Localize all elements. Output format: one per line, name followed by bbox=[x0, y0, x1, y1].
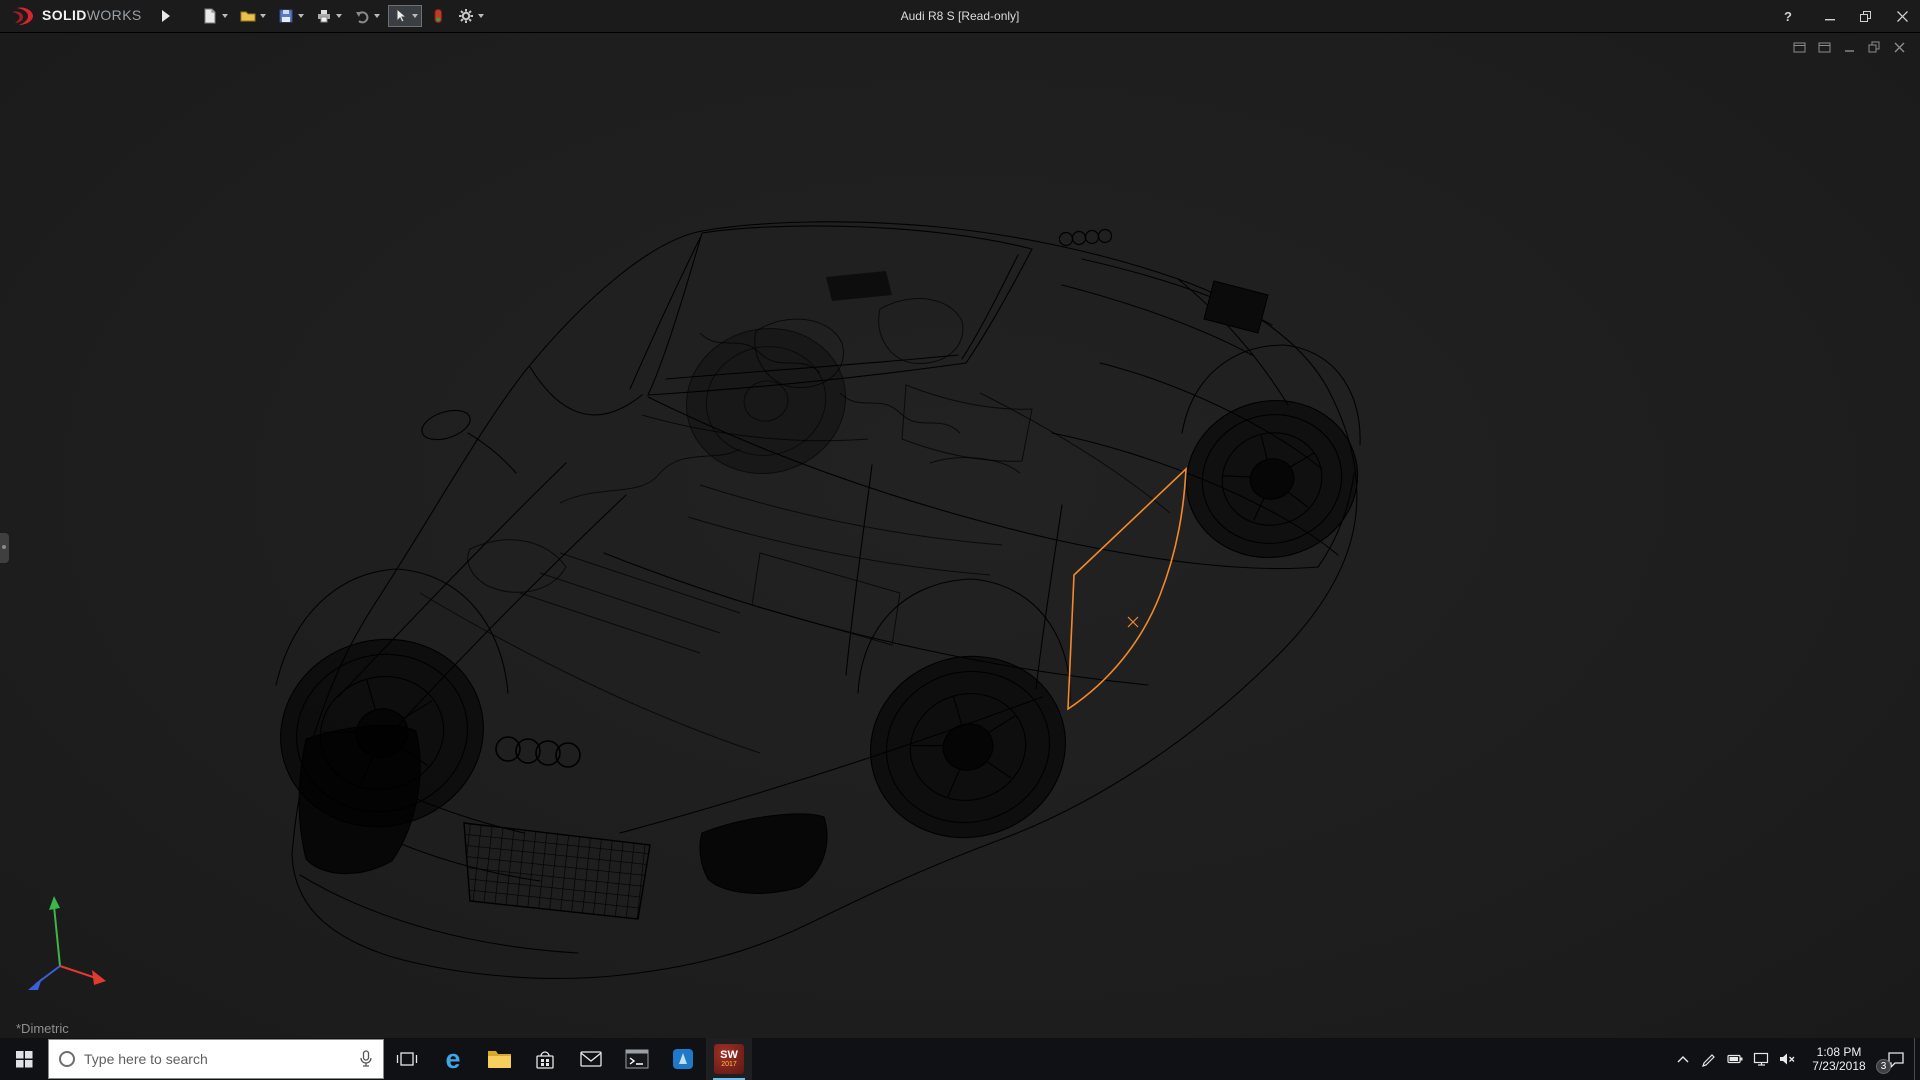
dropdown-caret-icon[interactable] bbox=[259, 14, 266, 18]
notification-badge: 3 bbox=[1876, 1059, 1891, 1074]
file-explorer-button[interactable] bbox=[476, 1038, 522, 1080]
wheel-rear-left bbox=[870, 655, 1066, 839]
viewer-app-button[interactable] bbox=[660, 1038, 706, 1080]
car-grille bbox=[463, 822, 651, 920]
orientation-triad-icon bbox=[28, 896, 106, 990]
help-button[interactable]: ? bbox=[1770, 0, 1806, 33]
viewer-app-icon bbox=[673, 1049, 693, 1069]
minimize-button[interactable] bbox=[1812, 0, 1848, 33]
clock-time: 1:08 PM bbox=[1816, 1045, 1862, 1059]
microphone-icon[interactable] bbox=[359, 1050, 373, 1068]
solidworks-logo-icon bbox=[12, 7, 33, 25]
command-prompt-icon bbox=[625, 1049, 649, 1069]
pen-tray-button[interactable] bbox=[1696, 1038, 1722, 1080]
volume-tray-button[interactable] bbox=[1774, 1038, 1800, 1080]
restore-icon bbox=[1860, 10, 1871, 22]
dropdown-caret-icon[interactable] bbox=[477, 14, 484, 18]
doc-minimize-icon[interactable] bbox=[1843, 41, 1856, 54]
taskbar-clock[interactable]: 1:08 PM 7/23/2018 bbox=[1800, 1045, 1878, 1073]
document-window-controls bbox=[1793, 41, 1906, 54]
audi-rings-front bbox=[495, 736, 581, 768]
open-folder-icon bbox=[240, 11, 256, 22]
dropdown-caret-icon[interactable] bbox=[335, 14, 342, 18]
dropdown-caret-icon[interactable] bbox=[373, 14, 380, 18]
pen-icon bbox=[1702, 1054, 1715, 1067]
restore-button[interactable] bbox=[1848, 0, 1884, 33]
undo-button[interactable] bbox=[350, 5, 384, 27]
taskbar-search[interactable] bbox=[48, 1039, 384, 1079]
select-button[interactable] bbox=[387, 5, 422, 27]
store-icon bbox=[536, 1051, 554, 1069]
doc-restore-icon[interactable] bbox=[1868, 41, 1881, 54]
graphics-viewport[interactable]: *Dimetric bbox=[0, 33, 1920, 1038]
wheel-rear-right bbox=[1185, 399, 1359, 559]
close-button[interactable] bbox=[1884, 0, 1920, 33]
options-gear-icon bbox=[458, 9, 473, 23]
solidworks-logo: SOLIDWORKS bbox=[0, 6, 142, 26]
minimize-icon bbox=[1824, 19, 1835, 21]
wheel-front-right bbox=[685, 328, 847, 474]
doc-window-icon-2[interactable] bbox=[1818, 41, 1831, 54]
select-cursor-icon bbox=[396, 8, 407, 23]
open-button[interactable] bbox=[236, 5, 270, 27]
print-icon bbox=[317, 10, 330, 23]
chevron-up-icon bbox=[1677, 1056, 1689, 1063]
feature-panel-collapsed-tab[interactable] bbox=[0, 533, 9, 563]
flyout-arrow-icon bbox=[161, 10, 170, 22]
logo-text-works: WORKS bbox=[86, 7, 142, 23]
network-icon bbox=[1753, 1052, 1768, 1066]
solidworks-app-icon: SW 2017 bbox=[714, 1044, 744, 1074]
hidden-icons-button[interactable] bbox=[1670, 1038, 1696, 1080]
task-view-icon bbox=[396, 1052, 418, 1066]
rebuild-button[interactable] bbox=[426, 5, 450, 27]
car-wireframe-model[interactable] bbox=[0, 33, 1920, 1038]
dropdown-caret-icon[interactable] bbox=[221, 14, 228, 18]
dropdown-caret-icon[interactable] bbox=[411, 14, 418, 18]
titlebar: SOLIDWORKS Audi R8 S [Read-only] ? bbox=[0, 0, 1920, 33]
command-prompt-button[interactable] bbox=[614, 1038, 660, 1080]
menu-flyout-button[interactable] bbox=[156, 5, 176, 27]
file-explorer-icon bbox=[487, 1050, 511, 1068]
battery-icon bbox=[1726, 1054, 1742, 1064]
save-button[interactable] bbox=[274, 5, 308, 27]
volume-muted-icon bbox=[1780, 1053, 1795, 1065]
save-icon bbox=[279, 9, 293, 23]
edge-icon: e bbox=[445, 1043, 461, 1074]
search-input[interactable] bbox=[84, 1051, 350, 1067]
undo-icon bbox=[355, 11, 369, 24]
rebuild-icon bbox=[434, 9, 442, 23]
battery-tray-button[interactable] bbox=[1722, 1038, 1748, 1080]
doc-close-icon[interactable] bbox=[1893, 41, 1906, 54]
options-button[interactable] bbox=[454, 5, 488, 27]
window-controls: ? bbox=[1770, 0, 1920, 33]
print-button[interactable] bbox=[312, 5, 346, 27]
mail-icon bbox=[580, 1051, 602, 1067]
edge-button[interactable]: e bbox=[430, 1038, 476, 1080]
cortana-icon bbox=[59, 1051, 75, 1067]
start-button[interactable] bbox=[0, 1038, 48, 1080]
windows-taskbar: e bbox=[0, 1038, 1920, 1080]
show-desktop-button[interactable] bbox=[1914, 1038, 1920, 1080]
action-center-button[interactable]: 3 bbox=[1876, 1038, 1914, 1080]
system-tray: 1:08 PM 7/23/2018 3 bbox=[1670, 1038, 1920, 1080]
document-title: Audi R8 S [Read-only] bbox=[900, 9, 1020, 23]
clock-date: 7/23/2018 bbox=[1812, 1059, 1866, 1073]
audi-rings-rear bbox=[1058, 228, 1113, 247]
view-orientation-label: *Dimetric bbox=[16, 1021, 69, 1036]
logo-text-solid: SOLID bbox=[42, 7, 87, 23]
task-view-button[interactable] bbox=[384, 1038, 430, 1080]
new-document-button[interactable] bbox=[198, 5, 232, 27]
close-icon bbox=[1896, 11, 1908, 22]
network-tray-button[interactable] bbox=[1748, 1038, 1774, 1080]
solidworks-taskbar-button[interactable]: SW 2017 bbox=[706, 1038, 752, 1080]
store-button[interactable] bbox=[522, 1038, 568, 1080]
solidworks-window: SOLIDWORKS Audi R8 S [Read-only] ? *Dime… bbox=[0, 0, 1920, 1080]
selected-face-highlight[interactable] bbox=[1067, 467, 1187, 711]
mail-button[interactable] bbox=[568, 1038, 614, 1080]
doc-window-icon[interactable] bbox=[1793, 41, 1806, 54]
new-document-icon bbox=[204, 8, 216, 24]
dropdown-caret-icon[interactable] bbox=[297, 14, 304, 18]
quick-access-toolbar bbox=[198, 5, 488, 27]
windows-logo-icon bbox=[15, 1050, 32, 1067]
